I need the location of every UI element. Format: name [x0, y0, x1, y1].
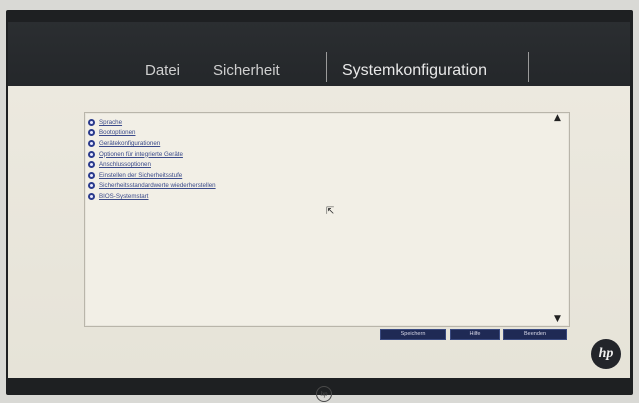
mouse-pointer-icon: ⇱ — [326, 206, 335, 217]
circle-arrow-icon — [88, 150, 95, 158]
scroll-up-icon[interactable]: ▲ — [554, 113, 561, 123]
tab-datei[interactable]: Datei — [145, 62, 180, 79]
circle-arrow-icon — [88, 118, 95, 126]
help-button[interactable]: Hilfe — [450, 329, 500, 340]
list-item-standardwerte[interactable]: Sicherheitsstandardwerte wiederherstelle… — [88, 181, 216, 192]
circle-arrow-icon — [88, 171, 95, 179]
circle-arrow-icon — [88, 192, 95, 200]
circle-arrow-icon — [88, 129, 95, 137]
scroll-down-icon[interactable]: ▼ — [554, 314, 561, 324]
save-button[interactable]: Speichern — [380, 329, 446, 340]
list-item-integrierte-geraete[interactable]: Optionen für integrierte Geräte — [88, 149, 216, 160]
list-item-anschlussoptionen[interactable]: Anschlussoptionen — [88, 159, 216, 170]
options-list: Sprache Bootoptionen Gerätekonfiguration… — [88, 117, 216, 202]
menu-bar — [8, 22, 630, 86]
list-item-bios-systemstart[interactable]: BIOS-Systemstart — [88, 191, 216, 202]
list-item-sprache[interactable]: Sprache — [88, 117, 216, 128]
tab-separator — [326, 52, 327, 82]
list-item-bootoptionen[interactable]: Bootoptionen — [88, 128, 216, 139]
tab-systemkonfiguration[interactable]: Systemkonfiguration — [342, 62, 487, 80]
scrollbar[interactable]: ▲ ▼ — [551, 112, 567, 325]
bezel-hp-logo-icon: hp — [316, 386, 332, 402]
list-item-geraetekonfigurationen[interactable]: Gerätekonfigurationen — [88, 138, 216, 149]
tab-separator — [528, 52, 529, 82]
circle-arrow-icon — [88, 139, 95, 147]
circle-arrow-icon — [88, 161, 95, 169]
hp-logo: hp — [591, 339, 621, 369]
list-item-sicherheitsstufe[interactable]: Einstellen der Sicherheitsstufe — [88, 170, 216, 181]
exit-button[interactable]: Beenden — [503, 329, 567, 340]
tab-sicherheit[interactable]: Sicherheit — [213, 62, 280, 79]
circle-arrow-icon — [88, 182, 95, 190]
